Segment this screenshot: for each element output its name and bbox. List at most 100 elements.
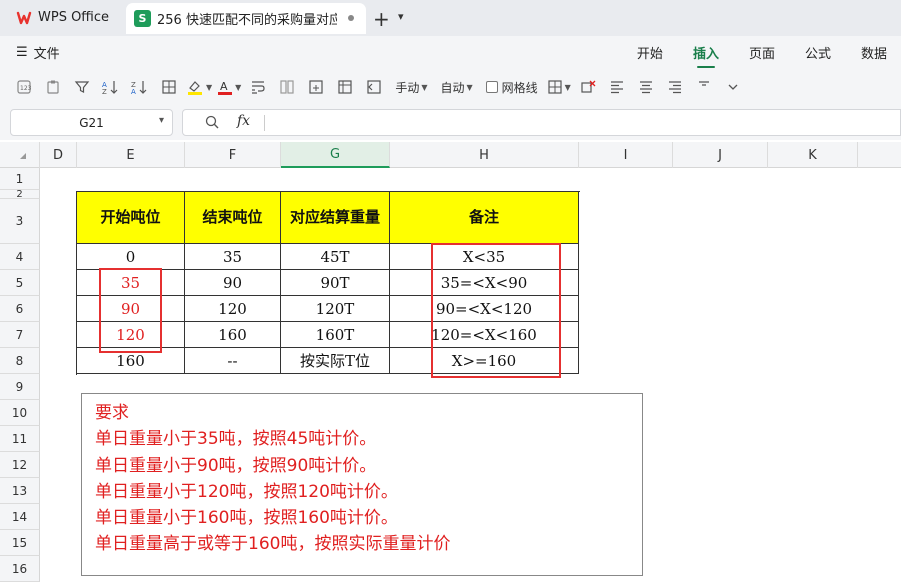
column-header-j[interactable]: J [673, 142, 768, 168]
number-format-icon[interactable]: 123 [12, 74, 36, 100]
align-top-icon[interactable] [692, 74, 716, 100]
ribbon-tabs: 开始 插入 页面 公式 数据 [637, 43, 887, 68]
row-header-16[interactable]: 16 [0, 556, 40, 582]
clear-format-icon[interactable] [576, 74, 600, 100]
tab-home[interactable]: 开始 [637, 43, 663, 66]
column-header-h[interactable]: H [390, 142, 579, 168]
auto-calc-dropdown[interactable]: 自动 ▼ [436, 74, 476, 100]
cell-start[interactable]: 0 [77, 244, 185, 270]
column-header-bar: D E F G H I J K [0, 142, 901, 168]
requirement-line: 单日重量高于或等于160吨，按照实际重量计价 [95, 534, 451, 555]
row-header-9[interactable]: 9 [0, 374, 40, 400]
row-header-5[interactable]: 5 [0, 270, 40, 296]
header-cell-note[interactable]: 备注 [390, 192, 579, 244]
align-left-icon[interactable] [605, 74, 629, 100]
tab-list-chevron-down-icon[interactable]: ▾ [398, 10, 404, 23]
align-right-icon[interactable] [663, 74, 687, 100]
column-header-g[interactable]: G [281, 142, 390, 168]
wrap-text-icon[interactable] [246, 74, 270, 100]
tab-wps-office[interactable]: WPS Office [6, 3, 121, 32]
sort-descending-icon[interactable]: ZA [128, 74, 152, 100]
header-cell-start[interactable]: 开始吨位 [77, 192, 185, 244]
toolbar: 123 AZ ZA ▼ A ▼ 手动 ▼ 自动 ▼ 网格线 ▼ [0, 68, 901, 106]
file-menu-label: 文件 [33, 47, 60, 62]
cell-end[interactable]: 160 [185, 322, 281, 348]
row-header-7[interactable]: 7 [0, 322, 40, 348]
gridlines-label: 网格线 [501, 80, 538, 95]
row-header-3[interactable]: 3 [0, 199, 40, 244]
row-header-14[interactable]: 14 [0, 504, 40, 530]
cell-weight[interactable]: 120T [281, 296, 390, 322]
align-center-icon[interactable] [634, 74, 658, 100]
cell-end[interactable]: 120 [185, 296, 281, 322]
requirement-line: 单日重量小于160吨，按照160吨计价。 [95, 508, 398, 529]
gridlines-toggle[interactable]: 网格线 [482, 74, 542, 100]
row-col-icon[interactable] [333, 74, 357, 100]
new-tab-plus-icon[interactable]: + [373, 7, 390, 31]
menu-bar: ☰ 文件 开始 插入 页面 公式 数据 [0, 36, 901, 68]
column-header-i[interactable]: I [579, 142, 673, 168]
function-fx-icon[interactable]: fx [237, 113, 250, 129]
row-header-11[interactable]: 11 [0, 426, 40, 452]
row-header-6[interactable]: 6 [0, 296, 40, 322]
requirement-line: 单日重量小于35吨，按照45吨计价。 [95, 429, 377, 450]
hamburger-icon: ☰ [16, 45, 28, 60]
cell-weight[interactable]: 90T [281, 270, 390, 296]
cell-end[interactable]: 35 [185, 244, 281, 270]
manual-calc-dropdown[interactable]: 手动 ▼ [391, 74, 431, 100]
tab-document-title: 256 快速匹配不同的采购量对应的结算重量 [157, 13, 337, 28]
table-style-icon[interactable]: ▼ [547, 74, 571, 100]
fill-down-icon[interactable] [304, 74, 328, 100]
sort-ascending-icon[interactable]: AZ [99, 74, 123, 100]
tab-wps-label: WPS Office [38, 10, 110, 25]
paste-format-icon[interactable] [41, 74, 65, 100]
cell-weight[interactable]: 160T [281, 322, 390, 348]
cell-end[interactable]: 90 [185, 270, 281, 296]
row-header-4[interactable]: 4 [0, 244, 40, 270]
merge-cells-icon[interactable] [275, 74, 299, 100]
highlight-box-notes [431, 243, 561, 378]
select-all-corner[interactable] [0, 142, 40, 168]
requirements-heading: 要求 [95, 403, 129, 423]
zoom-search-icon[interactable] [204, 114, 220, 130]
tab-formulas[interactable]: 公式 [805, 43, 831, 66]
wps-logo-icon [16, 11, 32, 24]
more-chevron-down-icon[interactable] [721, 74, 745, 100]
header-cell-end[interactable]: 结束吨位 [185, 192, 281, 244]
auto-calc-label: 自动 [440, 80, 465, 95]
header-cell-weight[interactable]: 对应结算重量 [281, 192, 390, 244]
cell-end[interactable]: -- [185, 348, 281, 374]
freeze-panes-icon[interactable] [362, 74, 386, 100]
name-box-chevron-down-icon[interactable]: ▾ [159, 115, 164, 126]
cell-weight[interactable]: 按实际T位 [281, 348, 390, 374]
font-color-icon[interactable]: A ▼ [217, 74, 241, 100]
tab-document[interactable]: S 256 快速匹配不同的采购量对应的结算重量 [126, 3, 366, 34]
column-header-k[interactable]: K [768, 142, 858, 168]
file-menu-button[interactable]: ☰ 文件 [16, 43, 60, 62]
tab-insert[interactable]: 插入 [693, 43, 719, 68]
formula-bar: G21 ▾ fx [0, 106, 901, 140]
borders-icon[interactable] [157, 74, 181, 100]
tab-data[interactable]: 数据 [861, 43, 887, 66]
row-header-15[interactable]: 15 [0, 530, 40, 556]
formula-input[interactable]: fx [182, 109, 901, 136]
column-header-f[interactable]: F [185, 142, 281, 168]
requirement-line: 单日重量小于120吨，按照120吨计价。 [95, 481, 398, 502]
row-header-8[interactable]: 8 [0, 348, 40, 374]
row-header-13[interactable]: 13 [0, 478, 40, 504]
row-header-1[interactable]: 1 [0, 168, 40, 190]
row-header-12[interactable]: 12 [0, 452, 40, 478]
column-header-d[interactable]: D [40, 142, 77, 168]
column-header-e[interactable]: E [77, 142, 185, 168]
row-header-2[interactable]: 2 [0, 189, 40, 200]
requirements-textbox[interactable]: 要求 单日重量小于35吨，按照45吨计价。 单日重量小于90吨，按照90吨计价。… [81, 393, 643, 576]
spreadsheet-icon: S [134, 10, 151, 27]
row-header-10[interactable]: 10 [0, 400, 40, 426]
name-box[interactable]: G21 ▾ [10, 109, 173, 136]
select-all-triangle-icon [20, 153, 26, 159]
cell-weight[interactable]: 45T [281, 244, 390, 270]
gridlines-checkbox[interactable] [485, 81, 498, 93]
tab-page[interactable]: 页面 [749, 43, 775, 66]
fill-color-icon[interactable]: ▼ [186, 74, 212, 100]
filter-icon[interactable] [70, 74, 94, 100]
